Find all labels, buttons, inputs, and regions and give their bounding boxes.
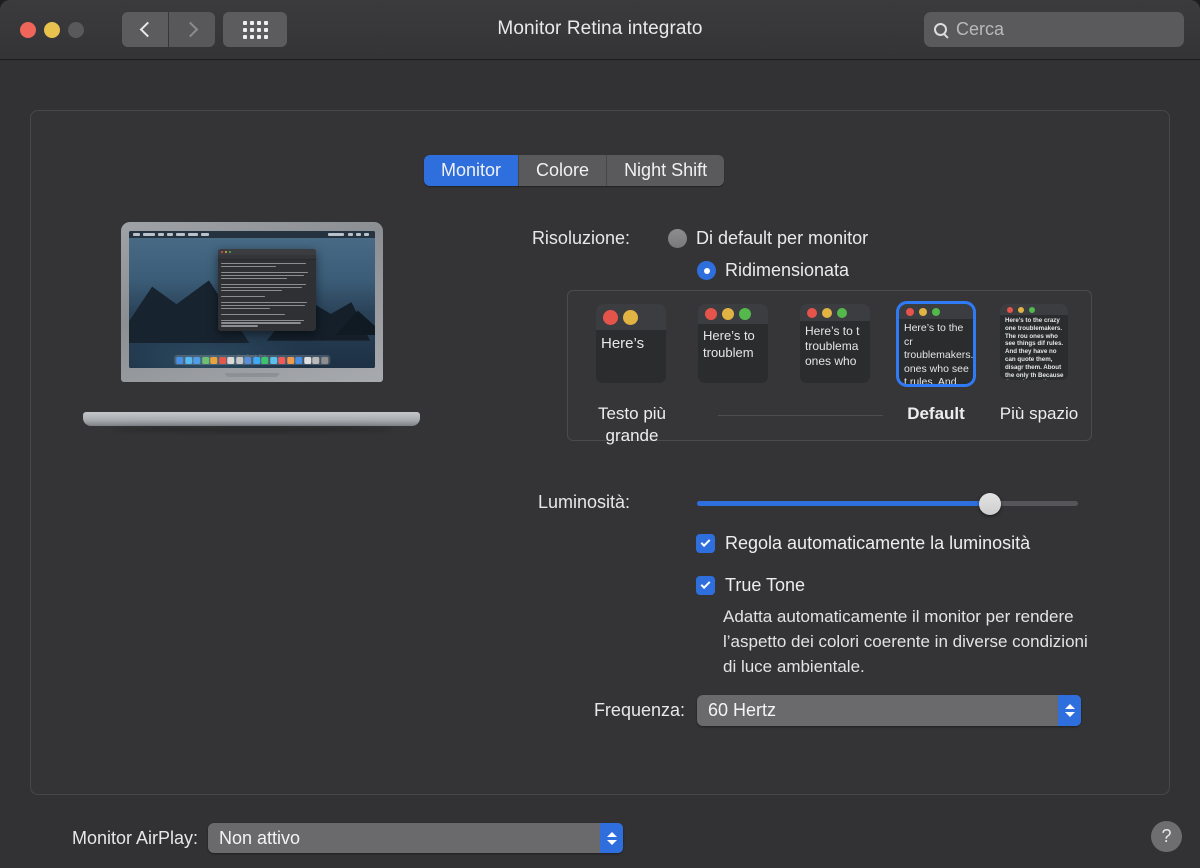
resolution-label: Risoluzione: — [531, 228, 630, 248]
radio-default-label: Di default per monitor — [696, 228, 869, 248]
scale-label-default: Default — [907, 404, 965, 423]
thumbnail-text: Here’s to the crazy one troublemakers. T… — [1005, 317, 1064, 380]
checkbox-checked-icon — [696, 576, 715, 595]
macbook-hinge-notch — [225, 373, 279, 377]
resolution-scale-box: Here’s Here’s to troublem Here’s to t tr… — [567, 290, 1092, 445]
chevron-updown-icon — [1058, 695, 1081, 726]
airplay-select[interactable]: Non attivo — [208, 823, 623, 853]
monitor-panel — [30, 110, 1170, 795]
checkbox-checked-icon — [696, 534, 715, 553]
tab-colore[interactable]: Colore — [519, 155, 608, 186]
radio-scaled-label: Ridimensionata — [725, 260, 850, 280]
macbook-screen — [129, 231, 375, 368]
thumbnail-titlebar — [596, 304, 666, 330]
brightness-slider-knob[interactable] — [979, 492, 1002, 515]
brightness-slider[interactable] — [697, 492, 1078, 515]
thumbnail-text: Here’s to troublem — [703, 328, 755, 360]
radio-default-for-display[interactable]: Di default per monitor — [668, 228, 868, 249]
resolution-thumbnail-2[interactable]: Here’s to troublem — [698, 304, 768, 383]
search-placeholder: Cerca — [956, 19, 1005, 39]
thumbnail-text: Here’s to the cr troublemakers. ones who… — [904, 322, 973, 384]
text-document-window — [217, 248, 316, 331]
frequency-value: 60 Hertz — [708, 700, 777, 720]
macbook-illustration: MacBook Pro — [83, 222, 420, 434]
resolution-thumbnail-3[interactable]: Here’s to t troublema ones who — [800, 304, 870, 383]
scale-label-smallest: Testo più grande — [597, 404, 667, 445]
tab-monitor[interactable]: Monitor — [424, 155, 520, 186]
thumbnail-titlebar — [698, 304, 768, 324]
desktop-menubar — [129, 231, 375, 238]
help-button[interactable]: ? — [1151, 821, 1182, 852]
thumbnail-titlebar — [800, 304, 870, 321]
radio-off-icon — [668, 229, 687, 248]
thumbnail-text: Here’s — [601, 335, 645, 352]
tab-bar: Monitor Colore Night Shift — [424, 155, 725, 186]
thumbnail-text: Here’s to t troublema ones who — [805, 324, 860, 368]
frequency-label: Frequenza: — [593, 700, 685, 720]
checkbox-auto-brightness[interactable]: Regola automaticamente la luminosità — [696, 533, 1030, 554]
resolution-thumbnail-row: Here’s Here’s to troublem Here’s to t tr… — [568, 301, 1091, 387]
macbook-shadow — [113, 427, 390, 432]
resolution-thumbnail-1[interactable]: Here’s — [596, 304, 666, 383]
resolution-thumbnail-5[interactable]: Here’s to the crazy one troublemakers. T… — [1000, 304, 1068, 380]
scale-label-largest: Più spazio — [999, 404, 1079, 423]
chevron-updown-icon — [600, 823, 623, 853]
tab-night-shift[interactable]: Night Shift — [607, 155, 725, 186]
scale-connector-line — [718, 415, 883, 416]
checkbox-true-tone-label: True Tone — [725, 575, 806, 595]
true-tone-description: Adatta automaticamente il monitor per re… — [723, 607, 1088, 676]
brightness-slider-fill — [697, 501, 991, 506]
brightness-label: Luminosità: — [537, 492, 630, 512]
radio-scaled[interactable]: Ridimensionata — [697, 260, 849, 281]
preferences-content: Monitor Colore Night Shift MacBook Pro R… — [0, 60, 1200, 868]
airplay-label: Monitor AirPlay: — [71, 828, 198, 848]
resolution-thumbnail-4-default[interactable]: Here’s to the cr troublemakers. ones who… — [896, 301, 976, 387]
system-preferences-window: Monitor Retina integrato Cerca Monitor C… — [0, 0, 1200, 868]
macbook-model-label: MacBook Pro — [237, 353, 267, 358]
thumbnail-titlebar — [899, 304, 973, 319]
checkbox-true-tone[interactable]: True Tone — [696, 575, 805, 596]
search-icon — [934, 23, 947, 36]
macbook-base — [83, 412, 420, 426]
thumbnail-titlebar — [1000, 304, 1068, 315]
frequency-select[interactable]: 60 Hertz — [697, 695, 1081, 726]
radio-on-icon — [697, 261, 716, 280]
macbook-lid: MacBook Pro — [121, 222, 383, 382]
window-toolbar: Monitor Retina integrato Cerca — [0, 0, 1200, 60]
search-input[interactable]: Cerca — [924, 12, 1184, 47]
checkbox-auto-brightness-label: Regola automaticamente la luminosità — [725, 533, 1031, 553]
airplay-value: Non attivo — [219, 827, 301, 848]
